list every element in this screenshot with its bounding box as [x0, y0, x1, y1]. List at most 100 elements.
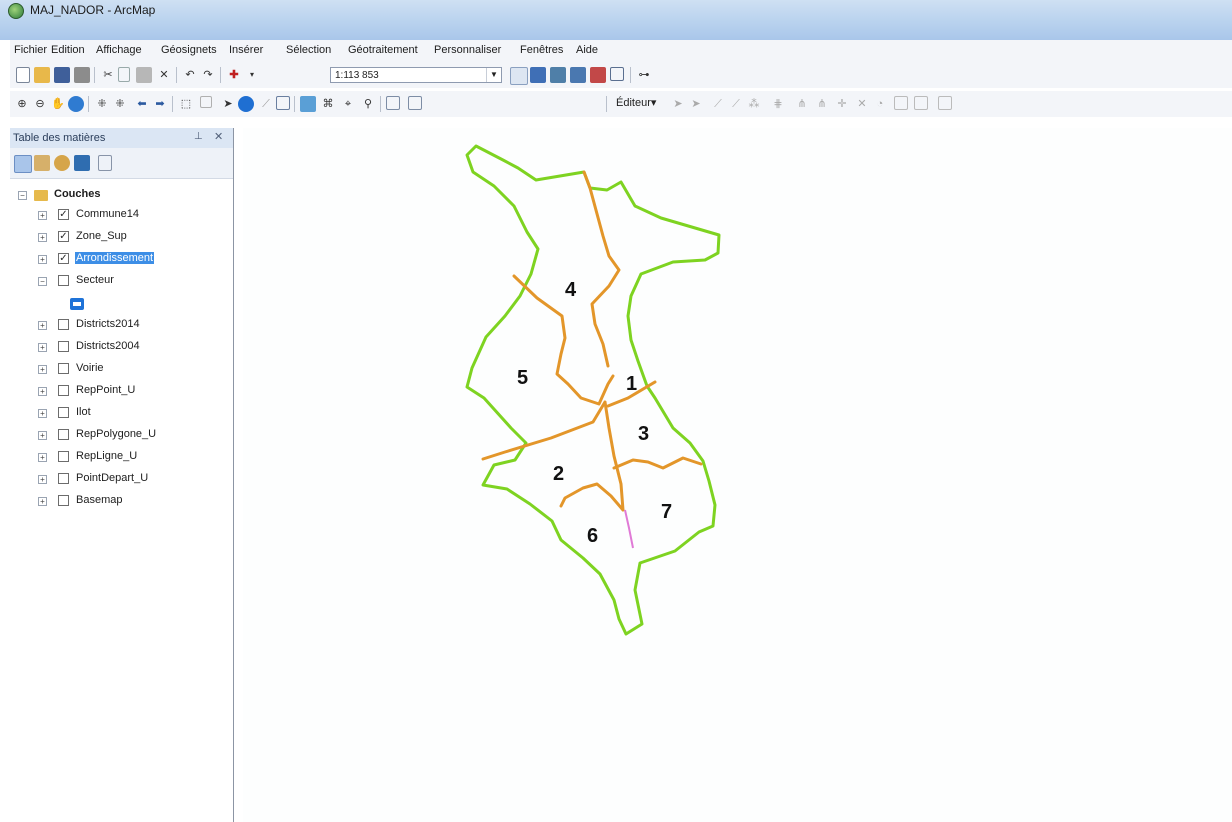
- back-extent-icon[interactable]: ⬅: [134, 96, 150, 112]
- open-folder-icon[interactable]: [34, 67, 50, 83]
- full-extent-icon[interactable]: [68, 96, 84, 112]
- create-features-icon[interactable]: [914, 96, 928, 110]
- expand-icon[interactable]: +: [38, 365, 47, 374]
- editor-menu[interactable]: Éditeur▾: [616, 96, 656, 109]
- undo-icon[interactable]: ↶: [182, 67, 198, 83]
- layer-visibility-checkbox[interactable]: [58, 473, 69, 484]
- expand-icon[interactable]: +: [38, 475, 47, 484]
- zoom-in-icon[interactable]: ⊕: [14, 96, 30, 112]
- time-slider-icon[interactable]: [386, 96, 400, 110]
- layer-visibility-checkbox[interactable]: ✓: [58, 209, 69, 220]
- layer-visibility-checkbox[interactable]: [58, 363, 69, 374]
- layer-group-couches[interactable]: − Couches: [16, 188, 216, 204]
- layer-row[interactable]: + RepLigne_U: [16, 450, 216, 466]
- identify-icon[interactable]: [238, 96, 254, 112]
- menu-aide[interactable]: Aide: [576, 44, 598, 56]
- table-of-contents-icon[interactable]: [530, 67, 546, 83]
- add-data-dropdown-icon[interactable]: ▾: [244, 67, 260, 83]
- layer-visibility-checkbox[interactable]: [58, 319, 69, 330]
- editor-toolbar-icon[interactable]: [510, 67, 528, 85]
- sketch-properties-icon[interactable]: [894, 96, 908, 110]
- expand-icon[interactable]: +: [38, 453, 47, 462]
- layer-visibility-checkbox[interactable]: [58, 429, 69, 440]
- layer-row[interactable]: + RepPolygone_U: [16, 428, 216, 444]
- menu-geosignets[interactable]: Géosignets: [161, 44, 217, 56]
- viewer-window-icon[interactable]: [408, 96, 422, 110]
- menu-selection[interactable]: Sélection: [286, 44, 331, 56]
- paste-icon[interactable]: [136, 67, 152, 83]
- pin-icon[interactable]: ⊥: [194, 131, 203, 142]
- collapse-icon[interactable]: −: [38, 277, 47, 286]
- layer-row[interactable]: + Districts2014: [16, 318, 216, 334]
- district-map[interactable]: 1 2 3 4 5 6 7: [243, 128, 1232, 822]
- toc-options-icon[interactable]: [98, 155, 112, 171]
- menu-fenetres[interactable]: Fenêtres: [520, 44, 563, 56]
- layer-visibility-checkbox[interactable]: [58, 451, 69, 462]
- layer-visibility-checkbox[interactable]: [58, 275, 69, 286]
- search-window-icon[interactable]: [570, 67, 586, 83]
- fixed-zoom-in-icon[interactable]: ⁜: [94, 96, 110, 112]
- redo-icon[interactable]: ↷: [200, 67, 216, 83]
- save-icon[interactable]: [54, 67, 70, 83]
- new-document-icon[interactable]: [16, 67, 30, 83]
- attributes-icon[interactable]: ◔: [872, 96, 888, 112]
- menu-personnaliser[interactable]: Personnaliser: [434, 44, 501, 56]
- expand-icon[interactable]: +: [38, 321, 47, 330]
- expand-icon[interactable]: +: [38, 211, 47, 220]
- forward-extent-icon[interactable]: ➡: [152, 96, 168, 112]
- select-elements-icon[interactable]: ➤: [220, 96, 236, 112]
- map-display[interactable]: 1 2 3 4 5 6 7: [243, 128, 1232, 822]
- reshape-icon[interactable]: ⋔: [794, 96, 810, 112]
- layer-row[interactable]: + Basemap: [16, 494, 216, 510]
- menu-affichage[interactable]: Affichage: [96, 44, 142, 56]
- layer-row[interactable]: + Districts2004: [16, 340, 216, 356]
- edit-vertices-icon[interactable]: ⋕: [770, 96, 786, 112]
- chevron-down-icon[interactable]: ▼: [486, 68, 501, 82]
- layer-row[interactable]: + Ilot: [16, 406, 216, 422]
- list-by-drawing-order-icon[interactable]: [14, 155, 32, 173]
- modelbuilder-icon[interactable]: ⊶: [636, 67, 652, 83]
- list-by-selection-icon[interactable]: [74, 155, 90, 171]
- editor-options-icon[interactable]: [938, 96, 952, 110]
- layer-row[interactable]: + PointDepart_U: [16, 472, 216, 488]
- measure-icon[interactable]: [300, 96, 316, 112]
- map-scale-combobox[interactable]: 1:113 853 ▼: [330, 67, 502, 83]
- layer-visibility-checkbox[interactable]: [58, 407, 69, 418]
- hyperlink-icon[interactable]: ⟋: [258, 96, 274, 112]
- layer-visibility-checkbox[interactable]: [58, 495, 69, 506]
- find-route-icon[interactable]: ⌖: [340, 96, 356, 112]
- straight-segment-icon[interactable]: ⟋: [710, 96, 726, 112]
- rotate-icon[interactable]: ✕: [854, 96, 870, 112]
- expand-icon[interactable]: +: [38, 409, 47, 418]
- menu-inserer[interactable]: Insérer: [229, 44, 263, 56]
- add-data-icon[interactable]: ✚: [226, 67, 242, 83]
- list-by-visibility-icon[interactable]: [54, 155, 70, 171]
- menu-geotraitement[interactable]: Géotraitement: [348, 44, 418, 56]
- layer-visibility-checkbox[interactable]: [58, 341, 69, 352]
- menu-edition[interactable]: Edition: [51, 44, 85, 56]
- fixed-zoom-out-icon[interactable]: ⁜: [112, 96, 128, 112]
- clear-selection-icon[interactable]: [200, 96, 212, 108]
- delete-icon[interactable]: ✕: [156, 67, 172, 83]
- layer-visibility-checkbox[interactable]: ✓: [58, 253, 69, 264]
- trace-icon[interactable]: ⟋: [728, 96, 744, 112]
- pan-hand-icon[interactable]: ✋: [50, 96, 66, 112]
- layer-row[interactable]: + ✓ Commune14: [16, 208, 216, 224]
- expand-icon[interactable]: +: [38, 431, 47, 440]
- edit-annotation-icon[interactable]: ➤: [688, 96, 704, 112]
- goto-xy-icon[interactable]: ⚲: [360, 96, 376, 112]
- expand-icon[interactable]: +: [38, 255, 47, 264]
- find-binoculars-icon[interactable]: ⌘: [320, 96, 336, 112]
- list-by-source-icon[interactable]: [34, 155, 50, 171]
- edit-tool-icon[interactable]: ➤: [670, 96, 686, 112]
- zoom-out-icon[interactable]: ⊖: [32, 96, 48, 112]
- copy-icon[interactable]: [118, 67, 130, 82]
- layer-row[interactable]: − Secteur: [16, 274, 216, 290]
- expand-icon[interactable]: +: [38, 387, 47, 396]
- python-window-icon[interactable]: [610, 67, 624, 81]
- layer-row[interactable]: + Voirie: [16, 362, 216, 378]
- expand-icon[interactable]: +: [38, 497, 47, 506]
- layer-visibility-checkbox[interactable]: [58, 385, 69, 396]
- layer-row[interactable]: + RepPoint_U: [16, 384, 216, 400]
- cut-polygon-icon[interactable]: ⋔: [814, 96, 830, 112]
